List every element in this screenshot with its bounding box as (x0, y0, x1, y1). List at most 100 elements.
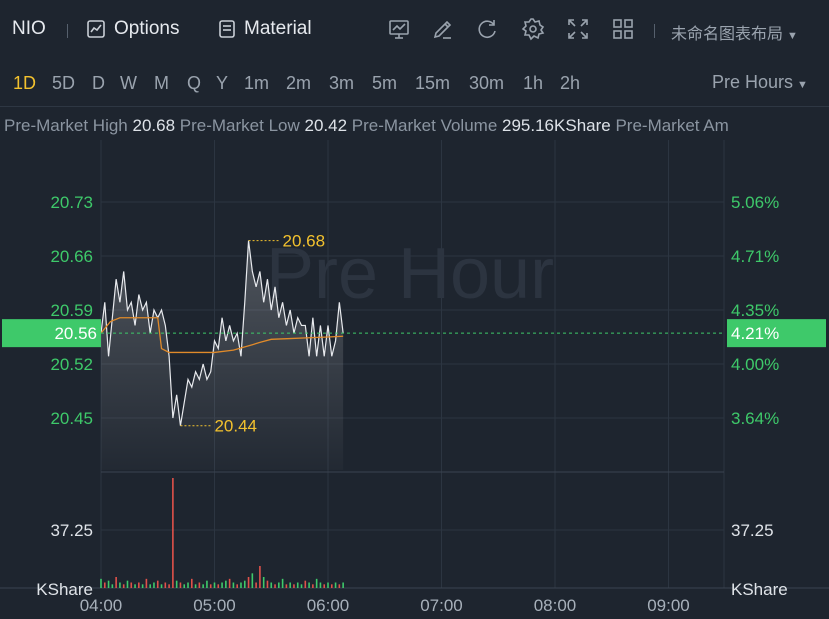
period-5d[interactable]: 5D (52, 73, 75, 94)
volume-tick-left: 37.25 (50, 521, 93, 540)
volume-bar (130, 582, 133, 588)
session-selector[interactable]: Pre Hours ▼ (712, 72, 808, 93)
volume-bar (149, 584, 151, 588)
volume-bar (107, 580, 110, 588)
volume-bar (141, 584, 144, 588)
volume-bar (319, 582, 322, 588)
amount-label: Pre-Market Am (615, 116, 729, 135)
period-30m[interactable]: 30m (469, 73, 504, 94)
volume-bar (334, 582, 337, 588)
volume-bar (206, 580, 208, 588)
divider (654, 24, 655, 38)
period-5m[interactable]: 5m (372, 73, 397, 94)
volume-bar (221, 582, 223, 588)
volume-bar (330, 584, 333, 588)
volume-bar (145, 578, 148, 588)
volume-bar (183, 584, 186, 588)
volume-bar (296, 582, 299, 588)
period-w[interactable]: W (120, 73, 137, 94)
draw-icon[interactable] (431, 17, 455, 41)
volume-bar (156, 580, 159, 588)
volume-bar (160, 584, 163, 588)
x-tick: 07:00 (420, 596, 463, 615)
volume-bar (243, 580, 246, 588)
symbol-text: NIO (12, 18, 46, 39)
volume-bar (236, 584, 238, 588)
volume-bar (285, 584, 288, 588)
volume-bar (327, 582, 329, 588)
volume-bar (202, 584, 204, 588)
volume-bar (251, 573, 254, 588)
layout-selector[interactable]: 未命名图表布局 ▼ (671, 20, 798, 44)
period-m[interactable]: M (154, 73, 169, 94)
high-label: Pre-Market High (4, 116, 128, 135)
document-icon (219, 20, 235, 38)
material-label: Material (244, 18, 312, 39)
high-annotation: 20.68 (283, 232, 326, 251)
y-left-tick: 20.59 (50, 301, 93, 320)
period-q[interactable]: Q (187, 73, 201, 94)
y-left-tick: 20.52 (50, 355, 93, 374)
low-annotation: 20.44 (214, 417, 257, 436)
period-d[interactable]: D (92, 73, 105, 94)
volume-bar (198, 582, 201, 588)
period-15m[interactable]: 15m (415, 73, 450, 94)
volume-value: 295.16KShare (502, 116, 611, 135)
low-value: 20.42 (304, 116, 348, 135)
period-2m[interactable]: 2m (286, 73, 311, 94)
volume-label: Pre-Market Volume (351, 116, 498, 135)
y-right-tick: 4.71% (731, 247, 779, 266)
y-right-tick: 4.00% (731, 355, 779, 374)
session-label: Pre Hours (712, 72, 794, 92)
period-y[interactable]: Y (216, 73, 228, 94)
volume-bar (259, 566, 261, 588)
period-1h[interactable]: 1h (523, 73, 543, 94)
symbol-label[interactable]: NIO (12, 18, 46, 40)
y-left-tick: 20.66 (50, 247, 93, 266)
volume-bar (308, 582, 310, 588)
volume-bar (119, 582, 121, 588)
x-tick: 04:00 (80, 596, 123, 615)
settings-icon[interactable] (521, 17, 545, 41)
grid-layout-icon[interactable] (611, 17, 635, 41)
volume-bar (134, 584, 136, 588)
y-right-tick: 5.06% (731, 193, 779, 212)
volume-bar (289, 582, 291, 588)
period-2h[interactable]: 2h (560, 73, 580, 94)
volume-bar (262, 577, 265, 588)
current-price-label: 20.56 (54, 324, 97, 343)
volume-bar (255, 582, 257, 588)
chart-settings-icon[interactable] (387, 17, 411, 41)
price-chart[interactable]: Pre Hour 20.6820.44 20.73 5.06%20.66 4.71%… (0, 140, 829, 619)
volume-unit-right: KShare (731, 580, 788, 599)
volume-bar (281, 578, 284, 588)
pre-market-stats: Pre-Market High 20.68 Pre-Market Low 20.… (4, 116, 829, 136)
refresh-icon[interactable] (476, 17, 500, 41)
volume-bar (240, 582, 242, 588)
volume-bars (100, 478, 344, 588)
volume-bar (153, 582, 155, 588)
volume-bar (274, 584, 276, 588)
volume-bar (168, 584, 170, 588)
caret-down-icon: ▼ (787, 30, 798, 42)
volume-tick-right: 37.25 (731, 521, 774, 540)
volume-bar (342, 582, 344, 588)
volume-bar (213, 582, 216, 588)
caret-down-icon: ▼ (797, 79, 808, 91)
options-button[interactable]: Options (86, 18, 179, 40)
volume-bar (232, 582, 235, 588)
period-1d[interactable]: 1D (13, 73, 36, 94)
volume-bar (323, 584, 326, 588)
material-button[interactable]: Material (218, 18, 312, 40)
top-bar: NIO Options Material 未命名图表布局 ▼ (0, 0, 829, 60)
layout-label: 未命名图表布局 (671, 26, 784, 43)
volume-bar (187, 582, 189, 588)
volume-bar (122, 584, 125, 588)
volume-bar (338, 584, 341, 588)
x-tick: 06:00 (307, 596, 350, 615)
y-right-tick: 3.64% (731, 409, 779, 428)
period-1m[interactable]: 1m (244, 73, 269, 94)
period-3m[interactable]: 3m (329, 73, 354, 94)
volume-bar (266, 580, 269, 588)
fullscreen-icon[interactable] (566, 17, 590, 41)
